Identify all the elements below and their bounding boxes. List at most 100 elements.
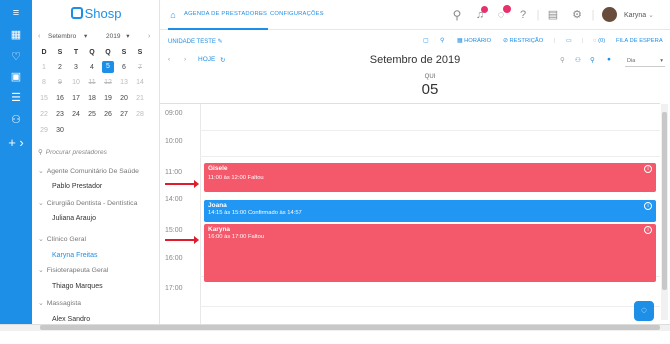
scrollbar-thumb[interactable] [40,325,660,330]
weekday-label: S [137,49,143,56]
calendar-day[interactable]: 28 [134,109,146,120]
hour-label: 11:00 [165,169,182,176]
provider-item[interactable]: Juliana Araujo [52,215,96,222]
money-icon[interactable]: ▣ [8,70,24,84]
tab-agenda[interactable]: AGENDA DE PRESTADORES [184,11,267,17]
user-menu[interactable]: Karyna ⌄ [624,11,654,19]
prev-month-icon[interactable]: ‹ [38,33,40,40]
avatar[interactable] [602,7,617,22]
provider-item[interactable]: Thiago Marques [52,283,103,290]
calendar-day[interactable]: 15 [38,93,50,104]
left-rail: ≡ ▦ ♡ ▣ ☰ ⚇ + › [0,0,32,324]
calendar-day[interactable]: 22 [38,109,50,120]
annotation-arrow [165,180,199,188]
chevron-down-icon: ⌄ [38,300,44,307]
weekday-label: Q [89,49,95,56]
calendar-day[interactable]: 4 [86,62,98,73]
calendar-day[interactable]: 18 [86,93,98,104]
unit-selector[interactable]: UNIDADE TESTE ✎ [168,38,223,45]
next-month-icon[interactable]: › [148,33,150,40]
heart-icon[interactable]: ♡ [8,50,24,64]
info-icon[interactable]: i [644,165,652,173]
filter-icon[interactable]: ⚲ [590,56,595,64]
appointment-event[interactable]: Gisele 11:00 às 12:00 Faltou i [204,163,656,192]
home-icon[interactable]: ⌂ [166,8,180,22]
calendar-day[interactable]: 29 [38,125,50,136]
gear-icon[interactable]: ⚙ [570,8,584,22]
horario-button[interactable]: ▦ HORÁRIO [457,38,491,44]
restricao-button[interactable]: ⊘ RESTRIÇÃO [503,38,543,44]
group-header[interactable]: ⌄ Cirurgião Dentista - Dentística [38,199,137,207]
provider-item-active[interactable]: Karyna Freitas [52,252,98,259]
group-header[interactable]: ⌄ Fisioterapeuta Geral [38,266,108,274]
calendar-day[interactable]: 16 [54,93,66,104]
calendar-day[interactable]: 14 [134,77,146,88]
search-icon[interactable]: ⚲ [560,56,565,64]
calendar-day[interactable]: 2 [54,62,66,73]
weekday-label: QUI [424,74,436,80]
appointment-event[interactable]: Joana 14:15 às 15:00 Confirmado às 14:57… [204,200,656,222]
provider-item[interactable]: Pablo Prestador [52,183,102,190]
plus-icon[interactable]: + › [8,136,24,150]
calendar-day[interactable]: 27 [118,109,130,120]
calendar-day[interactable]: 19 [102,93,114,104]
list-icon[interactable]: ☰ [8,91,24,105]
hour-label: 14:00 [165,196,183,203]
calendar-day[interactable]: 25 [86,109,98,120]
calendar-day[interactable]: 8 [38,77,50,88]
month-select[interactable]: Setembro ▾ [48,30,100,43]
search-icon[interactable]: ⚲ [450,8,464,22]
calendar-day[interactable]: 20 [118,93,130,104]
scrollbar-thumb[interactable] [662,112,667,290]
divider: | [591,9,595,21]
appointment-event[interactable]: Karyna 16:00 às 17:00 Faltou i [204,224,656,282]
calendar-day[interactable]: 9 [54,77,66,88]
chat-icon: ◌ [593,38,597,44]
year-select[interactable]: 2019 ▾ [106,30,142,43]
grid-icon[interactable]: ▤ [546,8,560,22]
help-icon[interactable]: ? [516,8,530,22]
print-icon[interactable]: ▢ [423,38,428,44]
calendar-day[interactable]: 12 [102,77,114,88]
waitlist-count[interactable]: ◌ (0) [593,38,605,44]
edit-icon: ✎ [217,39,223,45]
status-dot-icon[interactable]: ● [607,56,611,63]
agenda-toolbar: UNIDADE TESTE ✎ ▢ ⚲ ▦ HORÁRIO ⊘ RESTRIÇÃ… [160,30,670,52]
calendar-day[interactable]: 24 [70,109,82,120]
calendar-day[interactable]: 26 [102,109,114,120]
group-header[interactable]: ⌄ Massagista [38,299,81,307]
search-icon[interactable]: ⚲ [440,38,444,44]
calendar-day[interactable]: 11 [86,77,98,88]
menu-icon[interactable]: ≡ [8,6,24,20]
divider [200,104,201,324]
calendar-day-selected[interactable]: 5 [102,61,114,73]
calendar-day[interactable]: 1 [38,62,50,73]
calendar-day[interactable]: 17 [70,93,82,104]
info-icon[interactable]: i [644,226,652,234]
view-select[interactable]: Dia ▾ [625,55,665,67]
chat-button[interactable]: ◌ [634,301,654,321]
info-icon[interactable]: i [644,202,652,210]
group-header[interactable]: ⌄ Clínico Geral [38,235,86,243]
waitlist-button[interactable]: FILA DE ESPERA [616,38,663,44]
calendar-day[interactable]: 21 [134,93,146,104]
handshake-icon[interactable]: ⚇ [8,113,24,127]
calendar-day[interactable]: 3 [70,62,82,73]
calendar-day[interactable]: 6 [118,62,130,73]
weekday-label: S [57,49,63,56]
calendar-icon[interactable]: ▦ [8,28,24,42]
calendar-day[interactable]: 30 [54,125,66,136]
calendar-day[interactable]: 7 [134,62,146,73]
chevron-down-icon: ⌄ [38,168,44,175]
calendar-day[interactable]: 23 [54,109,66,120]
brand-logo[interactable]: Shosp [32,4,159,24]
calendar-day[interactable]: 10 [70,77,82,88]
provider-item[interactable]: Alex Sandro [52,316,90,323]
accessibility-icon[interactable]: ⚇ [575,56,581,64]
tab-configuracoes[interactable]: CONFIGURAÇÕES [270,11,324,17]
provider-search-input[interactable]: ⚲ Procurar prestadores [38,146,152,160]
calendar-day[interactable]: 13 [118,77,130,88]
group-header[interactable]: ⌄ Agente Comunitário De Saúde [38,167,139,175]
day-number: 05 [421,81,439,98]
monitor-icon[interactable]: ▭ [566,38,571,44]
